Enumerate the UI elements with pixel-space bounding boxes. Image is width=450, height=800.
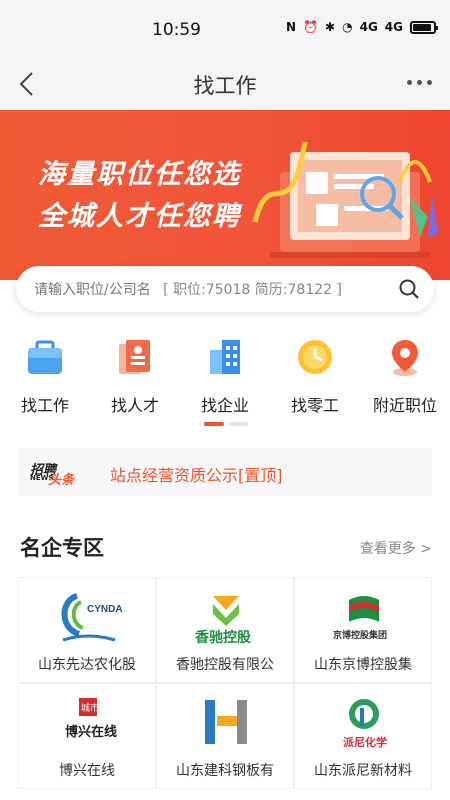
category-label: 找零工 — [290, 396, 339, 415]
status-time: 10:59 — [152, 20, 201, 40]
wifi-icon: ◔ — [342, 20, 353, 34]
page-title: 找工作 — [193, 74, 257, 98]
promo-banner[interactable]: 海量职位任您选 全城人才任您聘 — [0, 110, 450, 280]
signal-icon-1: 4G — [359, 20, 378, 34]
company-card[interactable]: 山东建科钢板有 — [156, 683, 294, 789]
category-find-job[interactable]: 找工作 — [0, 336, 90, 416]
svg-text:京博控股集团: 京博控股集团 — [333, 629, 387, 640]
category-label: 找人才 — [110, 396, 159, 415]
company-name: 山东先达农化股 — [38, 657, 136, 673]
nav-bar: 找工作 — [0, 58, 450, 110]
jingbo-logo-icon: 京博控股集团 — [333, 596, 387, 640]
logo-text-headline: 头条 — [48, 473, 75, 488]
svg-text:博兴在线: 博兴在线 — [65, 724, 117, 739]
banner-line-1: 海量职位任您选 — [38, 159, 241, 190]
building-icon — [210, 340, 240, 374]
banner-illustration-icon — [252, 141, 438, 258]
page-indicator — [204, 422, 248, 426]
search-input[interactable]: 请输入职位/公司名 [ 职位:75018 简历:78122 ] — [34, 279, 342, 299]
nfc-icon: N — [286, 20, 297, 34]
company-name: 山东派尼新材料 — [314, 763, 412, 779]
page-dot-active — [204, 422, 224, 426]
status-icons: N ⏰ ✱ ◔ 4G 4G — [286, 20, 438, 34]
status-bar: 10:59 N ⏰ ✱ ◔ 4G 4G — [0, 0, 450, 58]
paini-logo-icon: 派尼化学 — [343, 699, 387, 749]
category-label: 找工作 — [20, 396, 69, 415]
company-name: 山东京博控股集 — [314, 657, 412, 673]
company-name: 博兴在线 — [59, 763, 115, 779]
signal-icon-2: 4G — [384, 20, 403, 34]
svg-text:派尼化学: 派尼化学 — [343, 735, 387, 749]
location-pin-icon — [392, 340, 418, 376]
battery-icon — [410, 20, 438, 34]
company-card[interactable]: 派尼化学 山东派尼新材料 — [294, 683, 432, 789]
company-name: 香驰控股有限公 — [176, 657, 274, 673]
briefcase-icon — [28, 340, 62, 374]
category-find-talent[interactable]: 找人才 — [90, 336, 180, 416]
resume-icon — [119, 340, 150, 374]
boxing-online-logo-icon: 城市 博兴在线 — [65, 698, 117, 739]
svg-text:CYNDA: CYNDA — [87, 604, 123, 615]
svg-text:香驰控股: 香驰控股 — [194, 629, 252, 645]
more-button[interactable] — [402, 72, 436, 92]
alarm-icon: ⏰ — [303, 20, 319, 34]
search-bar[interactable]: 请输入职位/公司名 [ 职位:75018 简历:78122 ] — [16, 266, 434, 312]
company-card[interactable]: CYNDA 山东先达农化股 — [18, 577, 156, 683]
more-dot-icon — [406, 79, 412, 85]
search-stats: [ 职位:75018 简历:78122 ] — [163, 282, 342, 298]
category-find-company[interactable]: 找企业 — [180, 336, 270, 416]
category-nearby-jobs[interactable]: 附近职位 — [360, 336, 450, 416]
company-name: 山东建科钢板有 — [176, 763, 274, 779]
category-label: 找企业 — [200, 396, 249, 415]
app-screen: 10:59 N ⏰ ✱ ◔ 4G 4G 找工作 海量职位任您选 全城人才任您聘 — [0, 0, 450, 800]
view-more-link[interactable]: 查看更多 > — [360, 538, 432, 558]
headline-logo: 招聘 NEWS 头条 — [30, 459, 90, 488]
svg-text:城市: 城市 — [81, 702, 99, 713]
more-dot-icon — [416, 79, 422, 85]
xiangchi-logo-icon: 香驰控股 — [194, 596, 252, 645]
news-text[interactable]: 站点经营资质公示[置顶] — [110, 462, 283, 486]
section-title: 名企专区 — [20, 536, 104, 560]
category-label: 附近职位 — [372, 396, 437, 415]
company-card[interactable]: 城市 博兴在线 博兴在线 — [18, 683, 156, 789]
banner-line-2: 全城人才任您聘 — [38, 201, 241, 232]
search-icon[interactable] — [398, 278, 420, 300]
category-menu: 找工作 找人才 找企业 找零工 附近职位 — [0, 336, 450, 416]
company-grid: CYNDA 山东先达农化股 香驰控股 香驰控股有限公 京博控股集团 山东京博控股… — [18, 577, 432, 800]
jianke-logo-icon — [205, 700, 247, 744]
category-find-gig[interactable]: 找零工 — [270, 336, 360, 416]
company-card[interactable]: 京博控股集团 山东京博控股集 — [294, 577, 432, 683]
news-bar[interactable]: 招聘 NEWS 头条 站点经营资质公示[置顶] — [18, 448, 432, 496]
bluetooth-icon: ✱ — [325, 20, 336, 34]
cynda-logo-icon: CYNDA — [61, 593, 123, 642]
more-dot-icon — [426, 79, 432, 85]
company-card[interactable]: 香驰控股 香驰控股有限公 — [156, 577, 294, 683]
search-placeholder: 请输入职位/公司名 — [34, 282, 151, 298]
clock-icon — [298, 340, 332, 374]
page-dot — [228, 422, 248, 426]
